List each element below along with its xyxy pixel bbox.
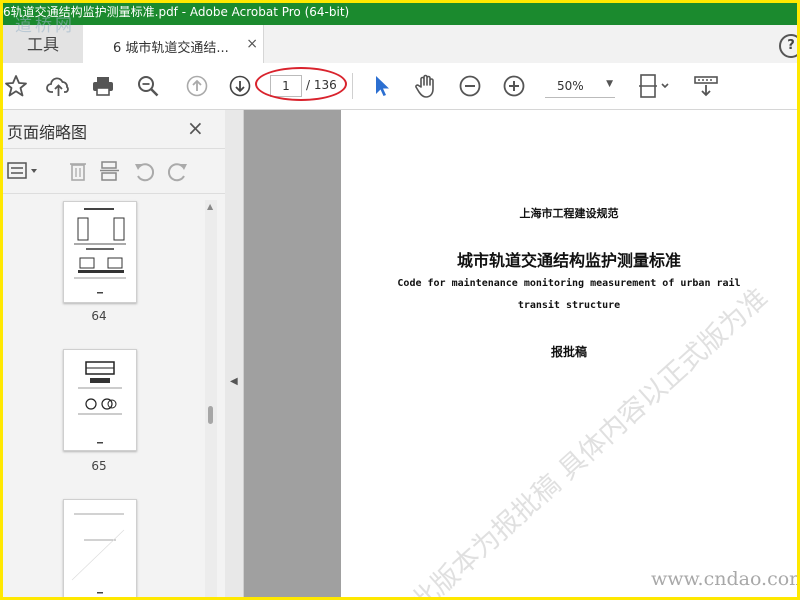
thumbnail-page-65[interactable] [63,349,137,451]
panel-collapse-strip[interactable]: ◀ [225,110,244,597]
star-icon[interactable] [3,71,31,101]
rotate-right-icon[interactable] [165,159,191,183]
annotation-ring [255,67,347,101]
document-page: 上海市工程建设规范 城市轨道交通结构监护测量标准 Code for mainte… [341,110,797,597]
title-bar: 6轨道交通结构监护测量标准.pdf - Adobe Acrobat Pro (6… [3,3,797,25]
zoom-value: 50% [557,79,584,93]
tab-document[interactable]: 6 城市轨道交通结... × [83,25,264,64]
print-icon[interactable] [88,71,118,101]
thumbnail-list: 64 65 [3,193,203,597]
chevron-down-icon: ▼ [606,79,613,89]
help-icon[interactable]: ? [779,34,797,58]
insert-page-icon[interactable] [97,159,123,183]
scroll-mode-icon[interactable] [691,71,721,101]
thumbnail-page-64[interactable] [63,201,137,303]
watermark-logo: 道桥网 [15,16,75,36]
doc-title-en-1: Code for maintenance monitoring measurem… [397,278,741,289]
site-watermark: www.cndao.com [651,568,797,590]
acrobat-window: 6轨道交通结构监护测量标准.pdf - Adobe Acrobat Pro (6… [3,3,797,597]
tab-bar: 工具 6 城市轨道交通结... × ? [3,25,797,64]
panel-title: 页面缩略图 [7,123,88,142]
thumbnail-page-66[interactable] [63,499,137,597]
toolbar-divider [352,73,353,99]
tab-document-label: 6 城市轨道交通结... [113,41,229,56]
panel-close-icon[interactable]: × [187,116,204,140]
rotate-left-icon[interactable] [131,159,157,183]
fit-page-icon[interactable] [635,71,675,101]
zoom-search-icon[interactable] [133,71,163,101]
hand-icon[interactable] [412,71,442,101]
page-down-icon[interactable] [225,71,255,101]
cloud-upload-icon[interactable] [44,71,74,101]
zoom-select[interactable]: 50% ▼ [545,75,615,98]
tab-close-icon[interactable]: × [246,36,258,52]
options-menu-icon[interactable] [7,159,43,183]
thumbnail-label-65: 65 [91,459,107,473]
doc-title: 城市轨道交通结构监护测量标准 [456,251,681,270]
main-toolbar: 1 / 136 50% ▼ [3,63,797,110]
scroll-up-icon[interactable]: ▲ [207,202,213,211]
collapse-arrow-icon[interactable]: ◀ [230,376,238,387]
zoom-in-icon[interactable] [499,71,529,101]
thumbnails-panel: 页面缩略图 × 64 65 ▲ [3,110,226,597]
thumbnail-scrollbar[interactable]: ▲ [205,200,217,597]
zoom-out-icon[interactable] [455,71,485,101]
panel-toolbar [3,148,225,194]
delete-icon[interactable] [65,159,91,183]
doc-watermark: 此版本为报批稿 具体内容以正式版为准 [405,282,774,597]
doc-issuer: 上海市工程建设规范 [519,207,619,220]
page-up-icon[interactable] [182,71,212,101]
scrollbar-thumb[interactable] [208,406,213,424]
thumbnail-label-64: 64 [91,309,107,323]
select-cursor-icon[interactable] [367,71,397,101]
document-viewer[interactable]: 上海市工程建设规范 城市轨道交通结构监护测量标准 Code for mainte… [244,110,797,597]
